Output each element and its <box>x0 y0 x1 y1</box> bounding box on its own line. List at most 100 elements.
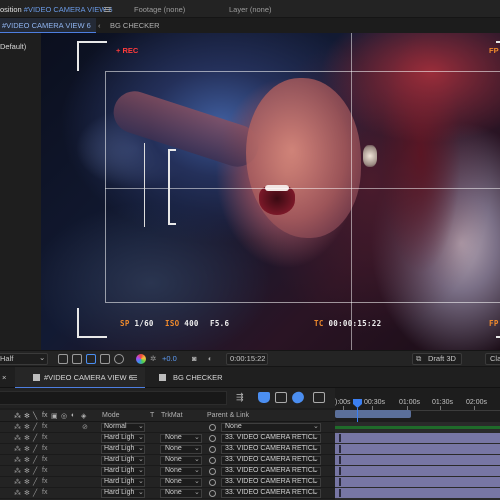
chevron-down-icon[interactable]: ⌄ <box>138 455 144 463</box>
layer-row[interactable]: ⁂ ✻ ╱ fx Hard Ligh ⌄ None ⌄ 33. VIDEO CAMERA RET… <box>0 488 335 499</box>
solo-icon[interactable]: ⁂ <box>14 478 21 486</box>
chevron-down-icon[interactable]: ⌄ <box>313 422 319 430</box>
layer-duration-bar[interactable] <box>335 433 500 443</box>
layer-row[interactable]: ⁂ ✻ ╱ fx Hard Ligh ⌄ None ⌄ 33. VIDEO CAMERA RET… <box>0 466 335 477</box>
fx-icon[interactable]: fx <box>42 434 47 441</box>
layer-bar-in-point[interactable] <box>339 489 341 497</box>
motion-blur-icon[interactable] <box>275 392 287 403</box>
column-t[interactable]: T <box>150 412 154 419</box>
timeline-tab-video-camera-view[interactable]: #VIDEO CAMERA VIEW 6 <box>44 373 133 382</box>
composition-viewer[interactable]: + REC FP SP 1/60 ISO 400 F5.6 TC 00:00:1… <box>41 33 500 350</box>
collapse-icon[interactable]: ╱ <box>33 467 37 475</box>
tab-layer[interactable]: Layer (none) <box>229 5 272 14</box>
shy-icon[interactable]: ✻ <box>24 434 30 442</box>
adjustment-layer-icon[interactable]: ⊘ <box>82 423 88 431</box>
shy-icon[interactable]: ✻ <box>24 445 30 453</box>
fx-header-icon[interactable]: fx <box>42 412 47 419</box>
fx-icon[interactable]: fx <box>42 456 47 463</box>
tab-composition[interactable]: osition #VIDEO CAMERA VIEW 6 <box>0 5 113 14</box>
chevron-down-icon[interactable]: ⌄ <box>194 477 200 485</box>
collapse-header-icon[interactable]: ╲ <box>33 412 37 420</box>
chevron-down-icon[interactable]: ⌄ <box>313 433 319 441</box>
chevron-down-icon[interactable]: ⌄ <box>313 477 319 485</box>
fx-icon[interactable]: fx <box>42 478 47 485</box>
3d-header-icon[interactable]: ◈ <box>81 412 86 420</box>
chevron-down-icon[interactable]: ⌄ <box>313 455 319 463</box>
pick-whip-icon[interactable] <box>209 479 216 486</box>
chevron-down-icon[interactable]: ⌄ <box>194 466 200 474</box>
exposure-icon[interactable]: ✲ <box>150 354 156 363</box>
timeline-menu-icon[interactable] <box>130 375 137 380</box>
shy-header-icon[interactable]: ✻ <box>24 412 30 420</box>
column-mode[interactable]: Mode <box>102 412 120 419</box>
solo-icon[interactable]: ⁂ <box>14 489 21 497</box>
fx-icon[interactable]: fx <box>42 423 47 430</box>
fx-icon[interactable]: fx <box>42 467 47 474</box>
frame-blend-header-icon[interactable]: ▣ <box>51 412 58 420</box>
layer-row[interactable]: ⁂ ✻ ╱ fx ⊘ Normal ⌄ None ⌄ <box>0 422 335 433</box>
fx-icon[interactable]: fx <box>42 489 47 496</box>
comp-tab-bg-checker[interactable]: BG CHECKER <box>110 21 160 30</box>
chevron-down-icon[interactable]: ⌄ <box>138 433 144 441</box>
collapse-icon[interactable]: ╱ <box>33 489 37 497</box>
layer-bar-in-point[interactable] <box>339 445 341 453</box>
layer-duration-bar[interactable] <box>335 488 500 498</box>
region-icon[interactable] <box>72 354 82 364</box>
chevron-down-icon[interactable]: ⌄ <box>313 444 319 452</box>
chevron-down-icon[interactable]: ⌄ <box>194 488 200 496</box>
transparency-grid-icon[interactable] <box>86 354 96 364</box>
3d-view-icon[interactable] <box>114 354 124 364</box>
fit-icon[interactable] <box>58 354 68 364</box>
shy-layers-icon[interactable]: ⇶ <box>236 392 248 403</box>
solo-icon[interactable]: ⁂ <box>14 434 21 442</box>
collapse-icon[interactable]: ╱ <box>33 423 37 431</box>
chevron-down-icon[interactable]: ⌄ <box>313 488 319 496</box>
layer-search-input[interactable] <box>0 391 227 405</box>
layer-bar-in-point[interactable] <box>339 478 341 486</box>
pick-whip-icon[interactable] <box>209 490 216 497</box>
pick-whip-icon[interactable] <box>209 435 216 442</box>
pick-whip-icon[interactable] <box>209 424 216 431</box>
layer-bar-in-point[interactable] <box>339 456 341 464</box>
chevron-down-icon[interactable]: ⌄ <box>138 444 144 452</box>
chevron-down-icon[interactable]: ⌄ <box>39 353 45 362</box>
comp-tab-video-camera-view[interactable]: #VIDEO CAMERA VIEW 6 <box>2 21 91 30</box>
close-icon[interactable]: × <box>2 373 6 382</box>
layer-row[interactable]: ⁂ ✻ ╱ fx Hard Ligh ⌄ None ⌄ 33. VIDEO CAMERA RET… <box>0 455 335 466</box>
show-snapshot-icon[interactable]: ◐ <box>208 354 213 363</box>
solo-icon[interactable]: ⁂ <box>14 467 21 475</box>
layer-bar-in-point[interactable] <box>339 467 341 475</box>
chevron-down-icon[interactable]: ⌄ <box>138 488 144 496</box>
chevron-down-icon[interactable]: ⌄ <box>138 477 144 485</box>
layer-row[interactable]: ⁂ ✻ ╱ fx Hard Ligh ⌄ None ⌄ 33. VIDEO CAMERA RET… <box>0 444 335 455</box>
layer-row[interactable]: ⁂ ✻ ╱ fx Hard Ligh ⌄ None ⌄ 33. VIDEO CAMERA RET… <box>0 477 335 488</box>
layer-row[interactable]: ⁂ ✻ ╱ fx Hard Ligh ⌄ None ⌄ 33. VIDEO CAMERA RET… <box>0 433 335 444</box>
chevron-down-icon[interactable]: ⌄ <box>194 455 200 463</box>
shy-icon[interactable]: ✻ <box>24 489 30 497</box>
tab-footage[interactable]: Footage (none) <box>134 5 185 14</box>
draft-3d-toggle-icon[interactable] <box>313 392 325 403</box>
solo-icon[interactable]: ⁂ <box>14 423 21 431</box>
chevron-down-icon[interactable]: ⌄ <box>313 466 319 474</box>
layer-bar-in-point[interactable] <box>339 434 341 442</box>
mask-icon[interactable] <box>100 354 110 364</box>
pick-whip-icon[interactable] <box>209 446 216 453</box>
graph-editor-icon[interactable] <box>289 389 307 406</box>
chevron-down-icon[interactable]: ⌄ <box>138 466 144 474</box>
layer-duration-bar[interactable] <box>335 466 500 476</box>
collapse-icon[interactable]: ╱ <box>33 478 37 486</box>
exposure-value[interactable]: +0.0 <box>162 354 177 363</box>
timeline-tab-bg-checker[interactable]: BG CHECKER <box>173 373 223 382</box>
collapse-icon[interactable]: ╱ <box>33 434 37 442</box>
snapshot-icon[interactable]: ◙ <box>192 354 197 363</box>
column-trkmat[interactable]: TrkMat <box>161 412 183 419</box>
layer-duration-bar[interactable] <box>335 444 500 454</box>
solo-icon[interactable]: ⁂ <box>14 456 21 464</box>
pick-whip-icon[interactable] <box>209 457 216 464</box>
panel-menu-icon[interactable] <box>104 7 111 12</box>
column-parent[interactable]: Parent & Link <box>207 412 249 419</box>
chevron-down-icon[interactable]: ⌄ <box>194 444 200 452</box>
collapse-icon[interactable]: ╱ <box>33 445 37 453</box>
chevron-left-icon[interactable]: ‹ <box>98 21 101 30</box>
chevron-down-icon[interactable]: ⌄ <box>194 433 200 441</box>
